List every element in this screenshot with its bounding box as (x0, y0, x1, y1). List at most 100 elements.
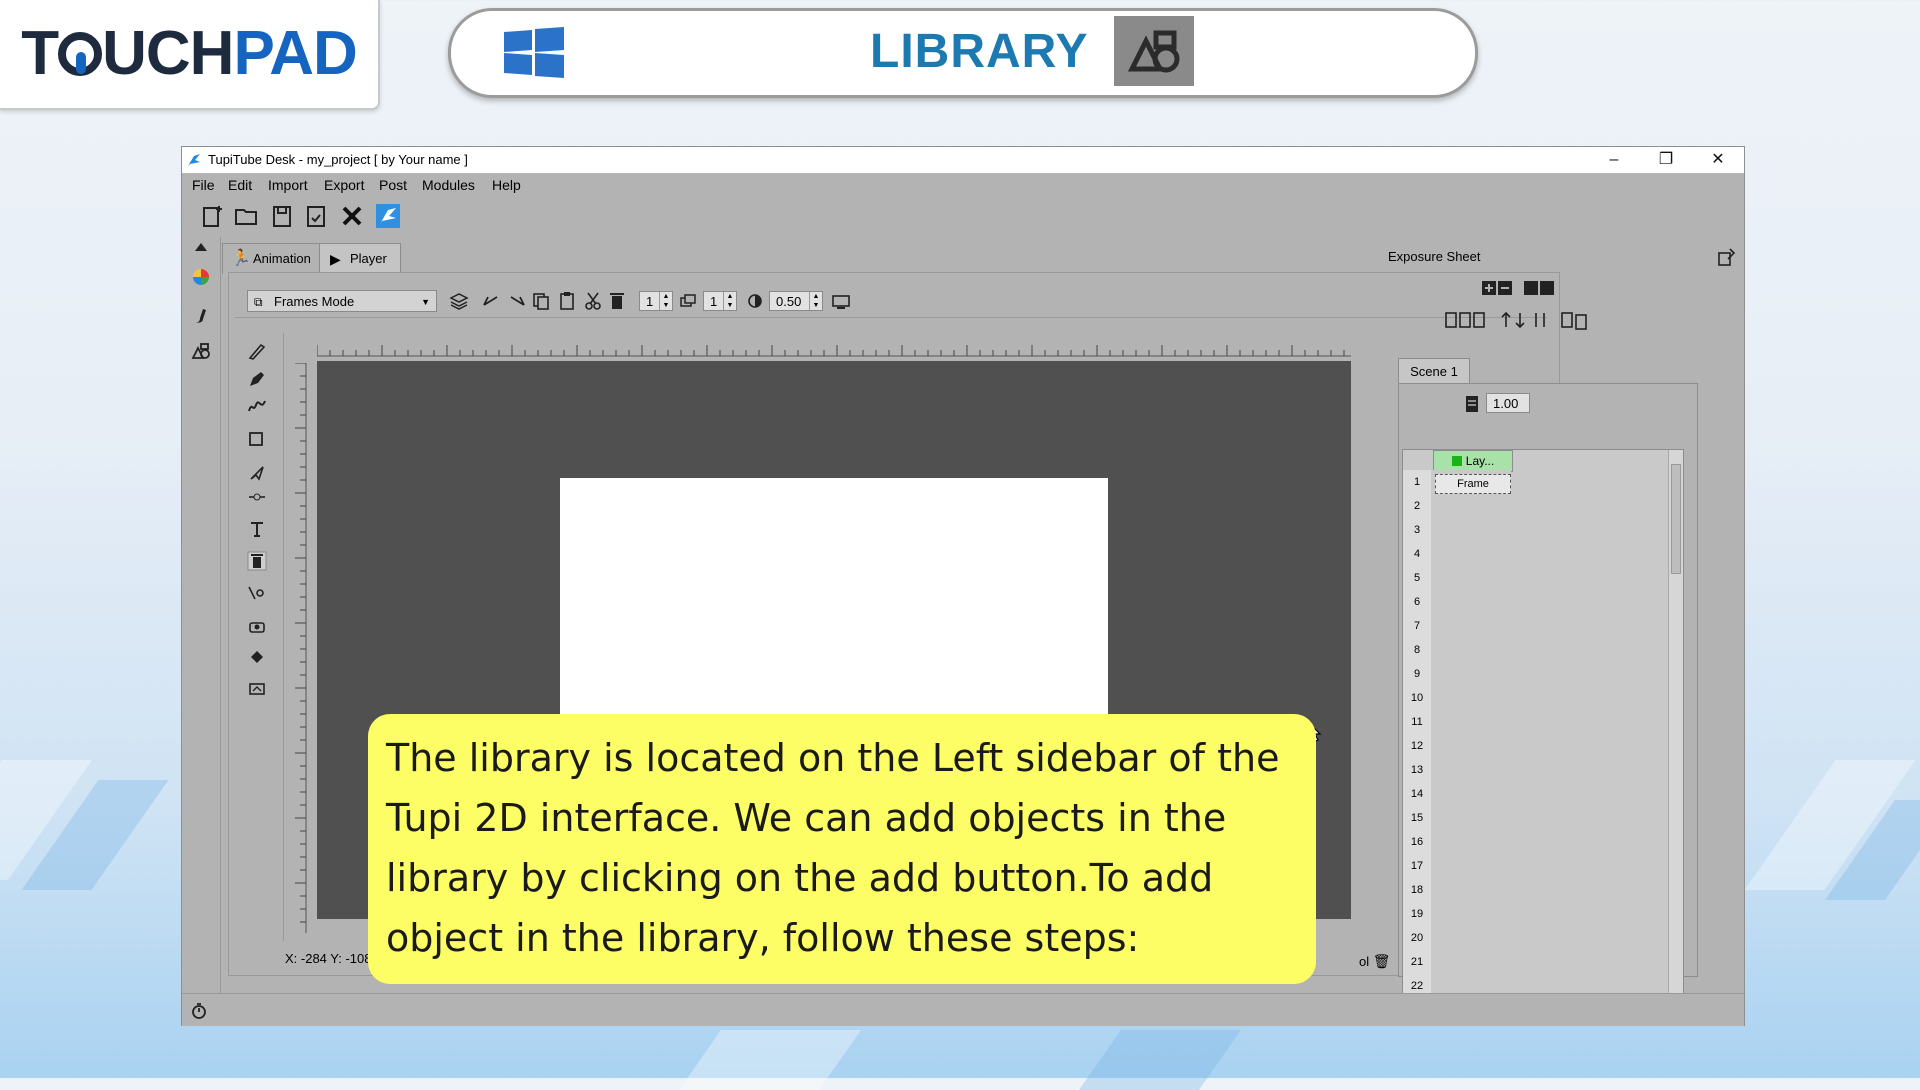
opacity-spin[interactable]: 0.50 ▲ ▼ (769, 291, 823, 311)
restore-button[interactable]: ❐ (1646, 149, 1686, 171)
frame-row-number: 1 (1403, 470, 1431, 495)
logo-text-t: T (21, 19, 59, 88)
callout-line: Tupi 2D interface. We can add objects in… (386, 796, 1227, 840)
frame-row-cell[interactable] (1433, 782, 1511, 807)
paste-icon[interactable] (557, 291, 577, 311)
layers-icon[interactable] (449, 291, 469, 311)
frame-row-cell[interactable] (1433, 638, 1511, 663)
frame-row-cell[interactable] (1433, 542, 1511, 567)
horizontal-ruler (317, 345, 1351, 357)
previous-frames-spin[interactable]: 1 ▲ ▼ (639, 291, 673, 311)
close-button[interactable]: ✕ (1698, 149, 1738, 171)
menu-import[interactable]: Import (268, 177, 308, 193)
opacity-value: 0.50 (776, 294, 802, 309)
delete-icon[interactable] (607, 291, 627, 311)
frame-row-cell[interactable] (1433, 806, 1511, 831)
frame-row-number: 12 (1403, 734, 1431, 759)
frame-row-cell[interactable] (1433, 926, 1511, 951)
fill-tool-icon[interactable] (247, 647, 267, 667)
ink-tool-icon[interactable] (247, 369, 267, 389)
bg-decoration (1078, 1030, 1242, 1090)
fps-icon (1466, 396, 1478, 412)
frame-row-cell[interactable] (1433, 590, 1511, 615)
tupitube-community-icon[interactable] (376, 204, 400, 228)
library-icon[interactable] (191, 341, 211, 361)
next-frames-value: 1 (710, 294, 718, 309)
frame-row-cell[interactable] (1433, 950, 1511, 975)
node-tool-icon[interactable] (247, 487, 267, 507)
color-palette-icon[interactable] (191, 267, 211, 287)
export-frame-tool-icon[interactable] (247, 679, 267, 699)
frame-cell[interactable]: Frame (1435, 474, 1511, 494)
frame-row-cell[interactable] (1433, 686, 1511, 711)
frame-row-cell[interactable] (1433, 830, 1511, 855)
pencil-tool-icon[interactable] (247, 341, 267, 361)
camera-tool-icon[interactable] (247, 617, 267, 637)
close-project-icon[interactable] (340, 204, 364, 228)
page-title: LIBRARY (870, 25, 1089, 78)
frame-row-cell[interactable] (1433, 566, 1511, 591)
spin-arrows-icon[interactable]: ▲ ▼ (659, 292, 672, 310)
onion-next-icon[interactable] (507, 291, 527, 311)
collapse-arrow-icon[interactable] (195, 243, 207, 251)
windows-logo-icon (504, 26, 564, 79)
canvas-toolbar: ⧉ Frames Mode ▼ 1 ▲ ▼ 1 ▲ ▼ 0.50 ▲ ▼ (235, 283, 1547, 318)
menu-file[interactable]: File (192, 177, 215, 193)
tab-animation[interactable]: 🏃 Animation (222, 243, 320, 274)
cut-icon[interactable] (583, 291, 603, 311)
frame-row-cell[interactable] (1433, 734, 1511, 759)
menu-edit[interactable]: Edit (228, 177, 252, 193)
frame-row-cell[interactable] (1433, 518, 1511, 543)
panel-settings-icon[interactable] (1716, 247, 1736, 267)
menu-export[interactable]: Export (324, 177, 364, 193)
eraser-tool-icon[interactable] (247, 551, 267, 571)
frame-row-cell[interactable] (1433, 614, 1511, 639)
save-icon[interactable] (270, 204, 294, 228)
touchpad-logo: T UCHPAD (0, 0, 380, 110)
frame-row-number: 15 (1403, 806, 1431, 831)
polyline-tool-icon[interactable] (247, 395, 267, 415)
explanation-callout: The library is located on the Left sideb… (368, 714, 1316, 984)
spin-arrows-icon[interactable]: ▲ ▼ (723, 292, 736, 310)
selection-tool-icon[interactable] (247, 463, 267, 483)
minimize-button[interactable]: – (1594, 149, 1634, 171)
text-tool-icon[interactable] (247, 519, 267, 539)
frame-row-cell[interactable] (1433, 902, 1511, 927)
frame-row-cell[interactable] (1433, 494, 1511, 519)
open-folder-icon[interactable] (234, 204, 258, 228)
exposure-grid[interactable]: Lay... 1 2 3 4 5 6 7 8 9 10 11 12 13 14 15 16 17 18 19 20 21… (1402, 449, 1684, 1003)
spin-arrows-icon[interactable]: ▲ ▼ (809, 292, 822, 310)
copy-icon[interactable] (531, 291, 551, 311)
fps-value: 1.00 (1493, 396, 1519, 411)
frame-action-icons[interactable] (1444, 309, 1614, 331)
layer-color-icon (1451, 456, 1462, 466)
tab-scene-1[interactable]: Scene 1 (1398, 358, 1470, 385)
vertical-scrollbar[interactable] (1668, 450, 1683, 1002)
frame-row-number: 17 (1403, 854, 1431, 879)
bg-decoration (678, 1030, 862, 1090)
tab-player-label: Player (350, 251, 387, 266)
layer-add-remove-icons[interactable] (1480, 277, 1580, 299)
save-as-icon[interactable] (304, 204, 328, 228)
scrollbar-thumb[interactable] (1671, 464, 1681, 574)
tweener-tool-icon[interactable] (247, 583, 267, 603)
frame-row-cell[interactable] (1433, 662, 1511, 687)
new-project-icon[interactable] (200, 204, 224, 228)
rectangle-tool-icon[interactable] (247, 429, 267, 449)
brush-properties-icon[interactable] (191, 305, 211, 325)
menu-post[interactable]: Post (379, 177, 407, 193)
menu-modules[interactable]: Modules (422, 177, 475, 193)
frame-row-cell[interactable] (1433, 758, 1511, 783)
frame-row-cell[interactable] (1433, 710, 1511, 735)
tab-player[interactable]: ▶ Player (319, 243, 401, 274)
frame-row-cell[interactable] (1433, 854, 1511, 879)
frames-mode-select[interactable]: ⧉ Frames Mode ▼ (247, 290, 437, 312)
safe-area-icon[interactable] (831, 291, 851, 311)
layer-header[interactable]: Lay... (1433, 450, 1513, 472)
timer-icon[interactable] (190, 1002, 208, 1020)
menu-help[interactable]: Help (492, 177, 521, 193)
fps-spin[interactable]: 1.00 (1486, 393, 1530, 413)
frame-row-cell[interactable] (1433, 878, 1511, 903)
onion-back-icon[interactable] (481, 291, 501, 311)
next-frames-spin[interactable]: 1 ▲ ▼ (703, 291, 737, 311)
